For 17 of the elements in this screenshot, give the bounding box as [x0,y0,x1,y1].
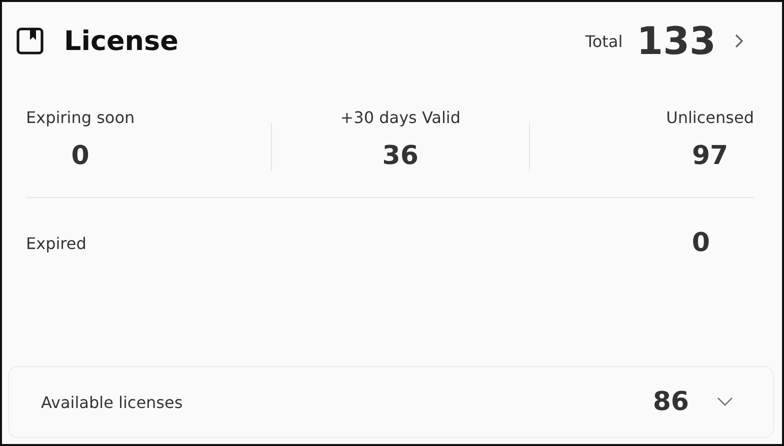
card-title: License [64,26,178,56]
total-label: Total [585,32,623,50]
total-value: 133 [636,19,716,63]
stat-label: Expired [26,234,86,252]
stat-value: 36 [382,141,418,171]
stat-value: 97 [692,141,728,171]
stat-value: 0 [692,228,710,258]
chevron-right-icon[interactable] [734,34,744,48]
stat-label: Expiring soon [26,108,135,127]
stat-value: 0 [71,141,90,171]
stat-label: Unlicensed [666,108,754,127]
available-value: 86 [652,387,689,417]
chevron-down-icon[interactable] [717,397,733,407]
bookmark-icon [16,27,44,55]
available-licenses-panel[interactable]: Available licenses 86 [8,366,774,438]
stat-label: +30 days Valid [340,108,461,127]
available-label: Available licenses [41,392,183,412]
